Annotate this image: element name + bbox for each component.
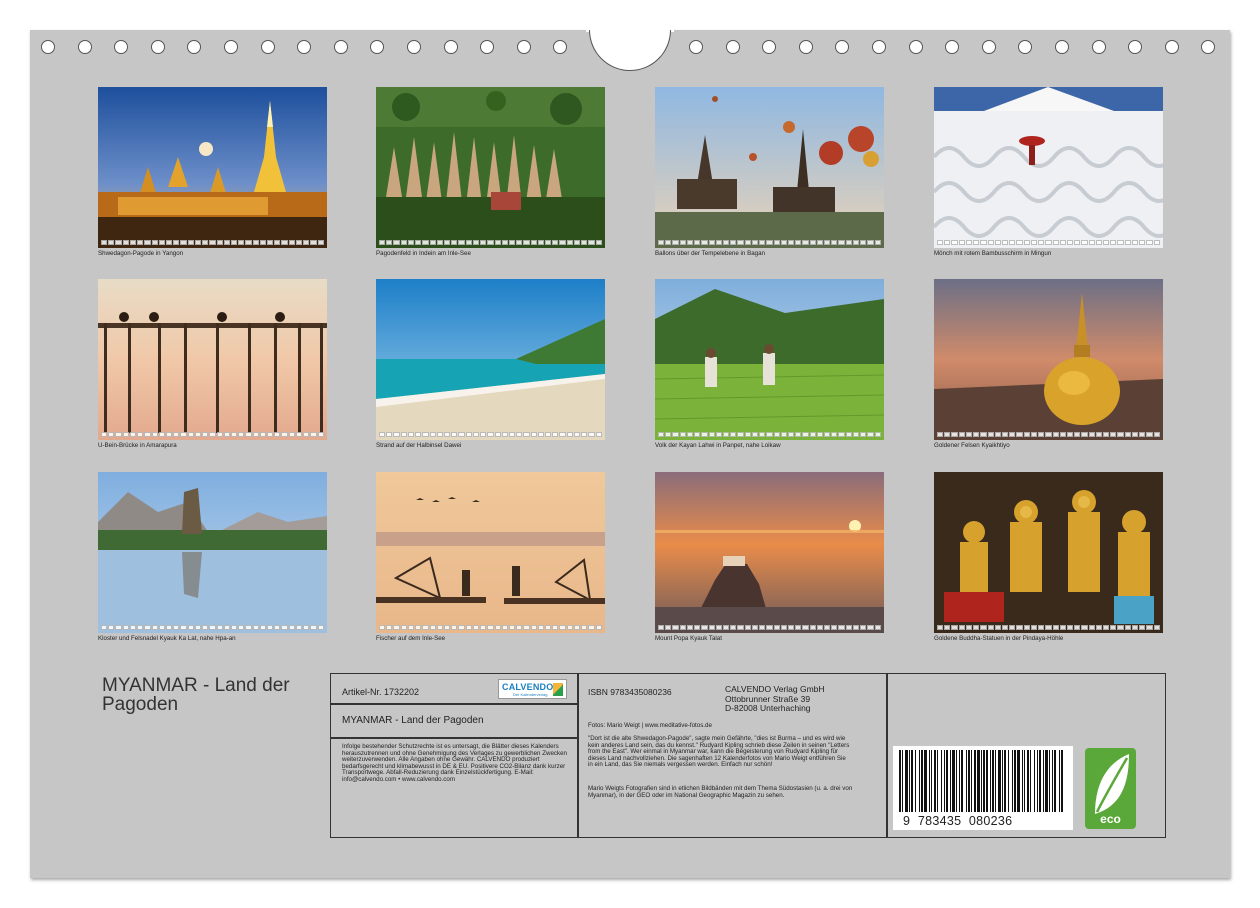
photo-image	[98, 279, 327, 440]
photo-caption: Strand auf der Halbinsel Dawei	[376, 442, 462, 449]
photo-image	[934, 87, 1163, 248]
photo-credit: Fotos: Mario Weigt | www.meditative-foto…	[588, 722, 712, 729]
publisher-address: CALVENDO Verlag GmbH Ottobrunner Straße …	[725, 684, 825, 713]
photo-caption: Fischer auf dem Inle-See	[376, 635, 446, 642]
photo-caption: Mönch mit rotem Bambusschirm in Mingun	[934, 250, 1052, 257]
month-date-strip	[937, 625, 1160, 630]
binding-hole	[150, 40, 165, 54]
month-date-strip	[658, 625, 881, 630]
binding-hole	[1055, 40, 1069, 54]
photo-caption: Kloster und Felsnadel Kyauk Ka Lat, nahe…	[98, 635, 236, 642]
binding-hole	[1091, 40, 1106, 54]
binding-hole	[1201, 40, 1216, 54]
calendar-photo-indein-pagoda-field	[376, 87, 605, 248]
binding-hole	[114, 40, 129, 54]
binding-hole	[297, 40, 312, 54]
binding-hole	[260, 40, 275, 54]
binding-hole	[1018, 40, 1033, 54]
binding-hole	[945, 40, 960, 54]
binding-hole	[835, 40, 850, 54]
month-date-strip	[379, 625, 602, 630]
photo-image	[98, 87, 327, 248]
binding-hole	[689, 40, 703, 54]
month-date-strip	[101, 625, 324, 630]
photo-caption: Pagodenfeld in Indein am Inle-See	[376, 250, 471, 257]
photo-caption: Ballons über der Tempelebene in Bagan	[655, 250, 765, 257]
binding-hole	[370, 40, 385, 54]
legal-text: Infolge bestehender Schutzrechte ist es …	[342, 743, 567, 783]
calendar-photo-bagan-balloons	[655, 87, 884, 248]
calendar-description: "Dort ist die alte Shwedagon-Pagode", sa…	[588, 735, 850, 769]
calvendo-mark-icon	[553, 683, 563, 696]
barcode-digits: 9 783435 080236	[903, 814, 1013, 828]
binding-hole	[224, 40, 238, 54]
month-date-strip	[658, 240, 881, 245]
photo-image	[376, 87, 605, 248]
photo-caption: Goldener Felsen Kyaikhtiyo	[934, 442, 1010, 449]
isbn: ISBN 9783435080236	[588, 687, 672, 697]
binding-hole	[1164, 40, 1179, 54]
calendar-photo-u-bein-bridge	[98, 279, 327, 440]
photo-image	[98, 472, 327, 633]
photo-image	[655, 279, 884, 440]
photo-caption: Volk der Kayan Lahwi in Panpet, nahe Loi…	[655, 442, 781, 449]
month-date-strip	[937, 432, 1160, 437]
eco-label: eco	[1100, 812, 1121, 826]
photo-image	[376, 472, 605, 633]
binding-hole	[725, 40, 740, 54]
calendar-photo-pindaya-buddhas	[934, 472, 1163, 633]
binding-hole	[908, 40, 923, 54]
calendar-photo-golden-rock	[934, 279, 1163, 440]
binding-hole	[516, 40, 531, 54]
month-date-strip	[379, 240, 602, 245]
binding-hole	[407, 40, 421, 54]
calvendo-logo: CALVENDO Der Kalenderverlag	[498, 679, 567, 699]
photo-image	[655, 87, 884, 248]
photo-image	[934, 279, 1163, 440]
binding-hole	[1128, 40, 1143, 54]
photo-image	[934, 472, 1163, 633]
calendar-photo-kyauk-ka-lat	[98, 472, 327, 633]
binding-hole	[553, 40, 568, 54]
binding-hole	[798, 40, 813, 54]
photo-image	[655, 472, 884, 633]
month-date-strip	[658, 432, 881, 437]
photo-caption: Shwedagon-Pagode in Yangon	[98, 250, 184, 257]
calendar-photo-kayan-rice-field	[655, 279, 884, 440]
photo-image	[376, 279, 605, 440]
month-date-strip	[937, 240, 1160, 245]
month-date-strip	[379, 432, 602, 437]
product-title: MYANMAR - Land der Pagoden	[342, 715, 484, 726]
binding-hole	[333, 40, 348, 54]
calendar-photo-mount-popa-sunset	[655, 472, 884, 633]
calendar-photo-dawei-beach	[376, 279, 605, 440]
binding-hole	[981, 40, 996, 54]
photo-caption: Goldene Buddha-Statuen in der Pindaya-Hö…	[934, 635, 1064, 642]
binding-hole	[480, 40, 495, 54]
binding-hole	[77, 40, 92, 54]
calendar-photo-inle-fishermen	[376, 472, 605, 633]
calendar-title: MYANMAR - Land der Pagoden	[102, 675, 290, 715]
binding-hole	[41, 40, 55, 54]
binding-hole	[872, 40, 886, 54]
article-number: Artikel-Nr. 1732202	[342, 687, 420, 697]
binding-hole	[762, 40, 777, 54]
author-bio: Mario Weigts Fotografien sind in etliche…	[588, 785, 853, 799]
photo-caption: U-Bein-Brücke in Amarapura	[98, 442, 177, 449]
month-date-strip	[101, 240, 324, 245]
photo-caption: Mount Popa Kyauk Talat	[655, 635, 722, 642]
calendar-photo-shwedagon-pagoda	[98, 87, 327, 248]
binding-hole	[187, 40, 202, 54]
calendar-photo-mingun-monk	[934, 87, 1163, 248]
eco-badge: eco	[1085, 748, 1136, 829]
binding-hole	[443, 40, 458, 54]
month-date-strip	[101, 432, 324, 437]
